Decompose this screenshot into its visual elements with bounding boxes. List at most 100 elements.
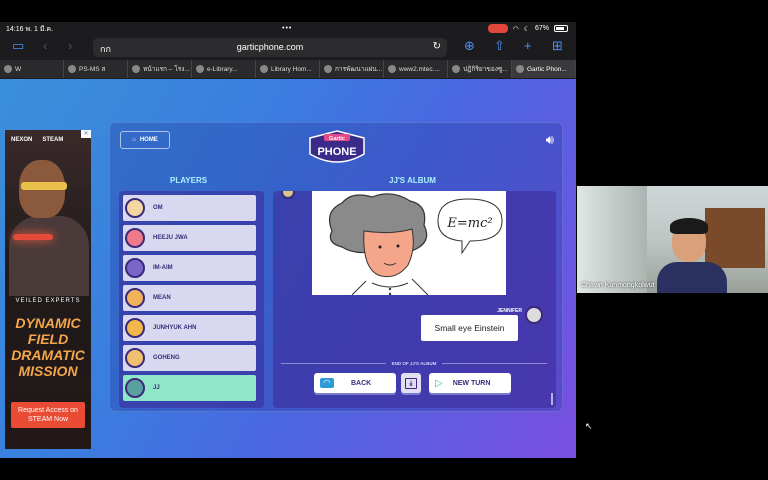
browser-tab-active[interactable]: Gartic Phon...	[512, 60, 576, 78]
battery-percent: 67%	[534, 25, 549, 32]
home-button[interactable]: ⌂ HOME	[120, 131, 170, 149]
play-icon: ▷	[435, 377, 443, 389]
ad-laser-beam	[13, 234, 53, 240]
player-row: HEEJU JWA	[123, 225, 256, 251]
browser-toolbar: ▭ ‹ › กก garticphone.com ↻ ⊕ ⇧ + ⊞	[0, 36, 576, 58]
sound-icon[interactable]: 🔊︎	[546, 132, 554, 148]
webcam-window	[577, 186, 647, 293]
back-arrow-icon[interactable]: ‹	[43, 38, 47, 53]
browser-tab[interactable]: การพัฒนาแผ่น...	[320, 60, 384, 78]
multitask-dots-icon[interactable]: •••	[282, 25, 292, 32]
logo-line1: Gartic	[329, 136, 345, 142]
advertisement-banner[interactable]: NEXON STEAM ✕ VEILED EXPERTS DYNAMIC FIE…	[5, 130, 91, 449]
player-name: JJ	[153, 385, 160, 391]
ad-character-body	[9, 216, 89, 296]
moon-icon: ☾	[523, 25, 530, 33]
back-button[interactable]: ◠ BACK	[314, 373, 396, 393]
browser-tab[interactable]: www2.mtec....	[384, 60, 448, 78]
tab-favicon-icon	[324, 65, 332, 73]
divider-left	[281, 362, 386, 364]
players-list: OM HEEJU JWA IM-AIM MEAN JUNHYUK AHN GOH…	[119, 191, 264, 408]
gartic-phone-logo: Gartic PHONE	[309, 130, 365, 163]
player-row: JUNHYUK AHN	[123, 315, 256, 341]
player-avatar	[125, 348, 145, 368]
tab-overview-icon[interactable]: ⊞	[552, 38, 563, 54]
author-name: JENNIFER	[497, 308, 522, 314]
player-avatar	[125, 288, 145, 308]
back-label: BACK	[351, 379, 372, 387]
screen: 14:16 พ. 1 มี.ค. ••• ◠ ☾ 67% ▭ ‹ › กก ga…	[0, 0, 768, 480]
forward-arrow-icon[interactable]: ›	[68, 38, 72, 53]
webcam-person-shirt	[657, 262, 727, 293]
album-scrollbar[interactable]	[551, 393, 553, 405]
end-of-album: END OF JJ'S ALBUM	[281, 359, 548, 367]
player-avatar	[125, 198, 145, 218]
drawer-avatar	[281, 191, 295, 199]
sidebar-icon[interactable]: ▭	[12, 38, 24, 54]
controller-icon: ◠	[320, 378, 334, 388]
steam-logo: STEAM	[42, 137, 64, 143]
status-time: 14:16	[6, 25, 24, 33]
url-host: garticphone.com	[236, 42, 304, 52]
wifi-icon: ◠	[512, 25, 519, 33]
divider-right	[442, 362, 548, 364]
browser-tab[interactable]: หน้าแรก – โรง...	[128, 60, 192, 78]
drawing-text: E=mc²	[446, 216, 492, 231]
player-row: MEAN	[123, 285, 256, 311]
webcam-cabinet	[705, 208, 765, 268]
tab-favicon-icon	[516, 65, 524, 73]
browser-tab[interactable]: W	[0, 60, 64, 78]
new-tab-icon[interactable]: +	[524, 38, 532, 53]
share-icon[interactable]: ⇧	[494, 38, 505, 54]
player-avatar	[125, 258, 145, 278]
ad-logos: NEXON STEAM	[11, 137, 63, 143]
player-avatar	[125, 318, 145, 338]
player-name: GOHENG	[153, 355, 180, 361]
ad-brand: VEILED EXPERTS	[15, 298, 81, 304]
logo-line2: PHONE	[317, 146, 356, 158]
player-avatar	[125, 228, 145, 248]
download-icon: ⤓	[405, 377, 417, 389]
webcam-participant-name: Chavin Kunmongkolwut	[581, 282, 655, 289]
player-row-current: JJ	[123, 375, 256, 401]
address-bar[interactable]: กก garticphone.com ↻	[93, 38, 447, 57]
tab-favicon-icon	[4, 65, 12, 73]
player-row: OM	[123, 195, 256, 221]
player-row: GOHENG	[123, 345, 256, 371]
tab-favicon-icon	[68, 65, 76, 73]
tab-favicon-icon	[196, 65, 204, 73]
player-avatar	[125, 378, 145, 398]
browser-tab[interactable]: e-Library...	[192, 60, 256, 78]
battery-icon	[554, 25, 568, 32]
download-album-button[interactable]: ⤓	[401, 373, 421, 393]
new-turn-button[interactable]: ▷ NEW TURN	[429, 373, 511, 393]
player-name: MEAN	[153, 295, 171, 301]
browser-tab[interactable]: PS-MS ส	[64, 60, 128, 78]
browser-tab[interactable]: ปฏิกิริยาของซู...	[448, 60, 512, 78]
player-name: JUNHYUK AHN	[153, 325, 197, 331]
webcam-tile: Chavin Kunmongkolwut	[577, 186, 768, 293]
download-icon[interactable]: ⊕	[464, 38, 475, 54]
album-title: JJ'S ALBUM	[389, 176, 436, 185]
status-bar: 14:16 พ. 1 มี.ค. ••• ◠ ☾ 67%	[0, 22, 576, 36]
ad-cta-button[interactable]: Request Access on STEAM Now	[11, 402, 85, 428]
webcam-person-hair	[670, 218, 708, 234]
home-label: HOME	[139, 137, 158, 143]
tab-favicon-icon	[132, 65, 140, 73]
new-turn-label: NEW TURN	[452, 379, 491, 387]
author-avatar	[525, 306, 543, 324]
end-label: END OF JJ'S ALBUM	[391, 360, 437, 366]
tab-favicon-icon	[388, 65, 396, 73]
ad-headline: DYNAMIC FIELD DRAMATIC MISSION	[11, 315, 85, 379]
nexon-logo: NEXON	[11, 137, 33, 143]
player-name: OM	[153, 205, 163, 211]
ad-close-icon[interactable]: ✕	[81, 130, 91, 138]
album-panel: E=mc² JENNIFER Small eye Einstein END OF…	[273, 191, 556, 408]
browser-tab[interactable]: Library Hom...	[256, 60, 320, 78]
home-icon: ⌂	[132, 137, 136, 143]
album-drawing: E=mc²	[312, 191, 506, 295]
tab-favicon-icon	[452, 65, 460, 73]
player-name: HEEJU JWA	[153, 235, 188, 241]
reload-icon[interactable]: ↻	[433, 41, 441, 52]
player-name: IM-AIM	[153, 265, 173, 271]
